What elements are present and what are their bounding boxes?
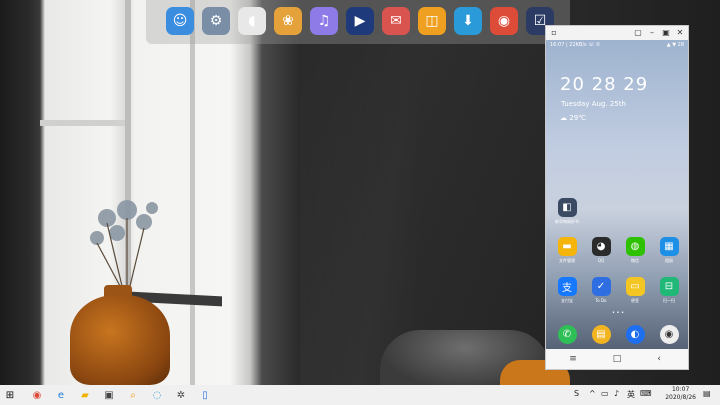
time-text: 10:07	[671, 386, 690, 393]
close-button[interactable]: ✕	[674, 27, 686, 39]
file-explorer-icon[interactable]: ▰	[78, 388, 92, 402]
folder-label: 新华每周好书	[555, 219, 579, 224]
window-icon: ▫	[551, 28, 557, 37]
dock-camera[interactable]: ◉	[656, 325, 682, 344]
home-button-icon[interactable]: □	[610, 352, 624, 366]
phone-nav-bar: ≡ □ ‹	[546, 349, 688, 369]
chrome-icon[interactable]: ◉	[490, 7, 518, 35]
chrome-icon[interactable]: ◉	[30, 388, 44, 402]
folder-icon: ▬	[557, 237, 577, 256]
minimize-button[interactable]: ▢	[632, 27, 644, 39]
app-label: To Do	[595, 298, 607, 303]
app-label: 微信	[631, 258, 639, 263]
download-icon[interactable]: ⬇	[454, 7, 482, 35]
wechat-icon: ◍	[625, 237, 645, 256]
photos-icon[interactable]: ❀	[274, 7, 302, 35]
window-frame	[40, 120, 130, 126]
search-app-icon[interactable]: ⌕	[126, 388, 140, 402]
music-icon[interactable]: ♫	[310, 7, 338, 35]
volume-icon[interactable]: ♪	[614, 389, 619, 398]
todo-icon: ✓	[591, 277, 611, 296]
app-qq[interactable]: ◕ QQ	[588, 237, 614, 263]
notes-icon: ▭	[625, 277, 645, 296]
alipay-icon: 支	[557, 277, 577, 296]
app-label: 相册	[665, 258, 673, 263]
input-method-icon[interactable]: 英	[627, 389, 635, 400]
play-icon[interactable]: ▶	[346, 7, 374, 35]
app-todo[interactable]: ✓ To Do	[588, 277, 614, 303]
cup-icon[interactable]: ◖	[238, 7, 266, 35]
finder-icon[interactable]: ☺	[166, 7, 194, 35]
temperature: 29℃	[569, 114, 587, 122]
back-icon[interactable]: ‹	[652, 352, 666, 366]
book-app-icon: ◧	[557, 198, 577, 217]
dock-phone[interactable]: ✆	[554, 325, 580, 344]
vase	[70, 295, 170, 385]
scan-icon: ⊟	[659, 277, 679, 296]
keyboard-icon[interactable]: ⌨	[640, 389, 652, 398]
app-alipay[interactable]: 支支付宝	[554, 277, 580, 304]
gear-icon[interactable]: ⚙	[202, 7, 230, 35]
app-dock: ☺ ⚙ ◖ ❀ ♫ ▶ ✉ ◫ ⬇ ◉ ☑	[146, 0, 570, 44]
browser-icon: ◐	[625, 325, 645, 344]
game-icon[interactable]: ✲	[174, 388, 188, 402]
windows-start-icon[interactable]: ⊞	[3, 388, 17, 402]
clock-widget[interactable]: 20 28 29	[560, 74, 648, 95]
app-label: 便签	[631, 298, 639, 303]
app-label: 支付宝	[561, 298, 573, 303]
qq-icon: ◕	[591, 237, 611, 256]
notification-icon[interactable]: ▤	[703, 389, 711, 398]
collapse-button[interactable]: –	[646, 27, 658, 39]
camera-icon: ◉	[659, 325, 679, 344]
dock-messages[interactable]: ▤	[588, 325, 614, 344]
phone-mirror-window[interactable]: ▫ ▢ – ▣ ✕ 16:07 | 22KB/s ☏ ✆ ▲ ▼ 28 20 2…	[545, 25, 689, 370]
edge-icon[interactable]: e	[54, 388, 68, 402]
phone-screen[interactable]: 16:07 | 22KB/s ☏ ✆ ▲ ▼ 28 20 28 29 Tuesd…	[546, 40, 688, 349]
messages-icon: ▤	[591, 325, 611, 344]
page-indicator: • • •	[612, 310, 625, 316]
maximize-button[interactable]: ▣	[660, 27, 672, 39]
app-gallery[interactable]: ▦ 相册	[656, 237, 682, 264]
tray-chevron-icon[interactable]: ^	[589, 389, 596, 398]
date-text: Tuesday Aug. 25th	[561, 100, 626, 108]
mail-icon[interactable]: ✉	[382, 7, 410, 35]
phone-icon: ✆	[557, 325, 577, 344]
flower-bouquet	[90, 200, 158, 287]
gallery-icon: ▦	[659, 237, 679, 256]
app-label: QQ	[597, 258, 605, 263]
status-left: 16:07 | 22KB/s ☏ ✆	[550, 42, 601, 48]
app-notes[interactable]: ▭ 便签	[622, 277, 648, 304]
app-scan[interactable]: ⊟ 扫一扫	[656, 277, 682, 304]
dock-browser[interactable]: ◐	[622, 325, 648, 344]
window-frame	[190, 0, 195, 385]
menu-icon[interactable]: ≡	[566, 352, 580, 366]
date-text: 2020/8/26	[665, 394, 696, 401]
books-icon[interactable]: ◫	[418, 7, 446, 35]
title-bar[interactable]: ▫ ▢ – ▣ ✕	[546, 26, 688, 40]
app-folder[interactable]: ▬ 文件管理	[554, 237, 580, 264]
weather-widget[interactable]: ☁ 29℃	[560, 114, 586, 122]
app-label: 扫一扫	[663, 298, 675, 303]
app-label: 文件管理	[559, 258, 575, 263]
network-icon[interactable]: ▭	[601, 389, 609, 398]
curtain	[300, 0, 545, 385]
browser-blue-icon[interactable]: ◌	[150, 388, 164, 402]
sogou-icon[interactable]: S	[574, 389, 579, 398]
phone-mirror-icon[interactable]: ▯	[198, 388, 212, 402]
taskbar: ⊞ ◉ e ▰ ▣ ⌕ ◌ ✲ ▯ S ^ ▭ ♪ 英 ⌨ 10:07 2020/8/26 ▤	[0, 385, 720, 405]
store-icon[interactable]: ▣	[102, 388, 116, 402]
app-wechat[interactable]: ◍ 微信	[622, 237, 648, 264]
cloud-icon: ☁	[560, 114, 567, 122]
clock[interactable]: 10:07 2020/8/26	[665, 386, 696, 402]
status-right: ▲ ▼ 28	[666, 42, 684, 48]
folder-app[interactable]: ◧ 新华每周好书	[554, 198, 580, 225]
